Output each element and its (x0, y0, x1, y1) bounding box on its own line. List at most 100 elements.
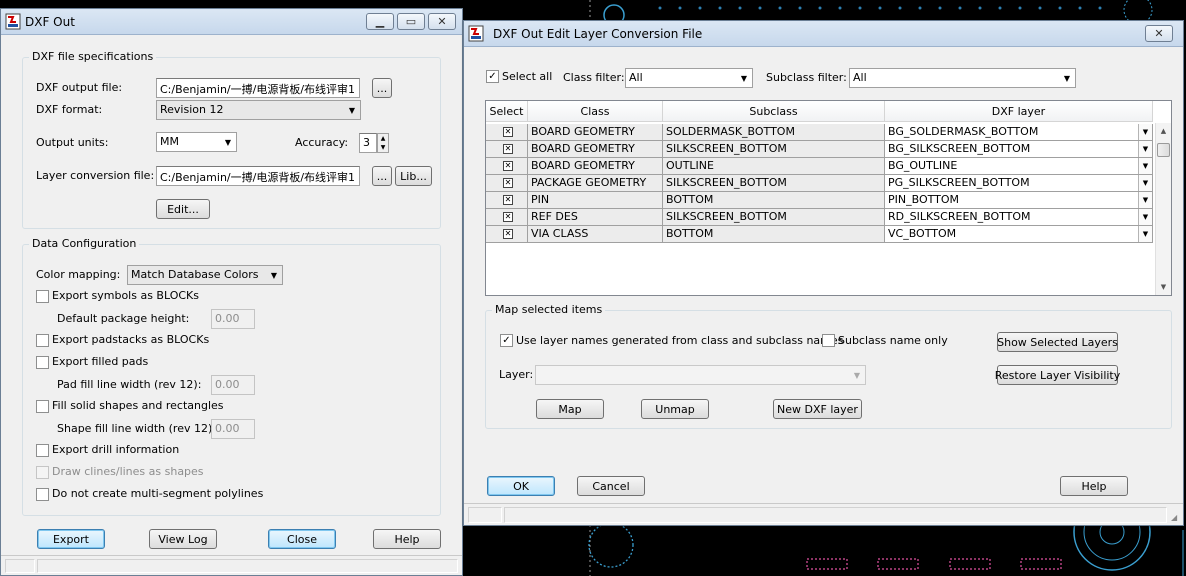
restore-layer-visibility-button[interactable]: Restore Layer Visibility (995, 365, 1120, 385)
col-header-class[interactable]: Class (528, 101, 663, 122)
scroll-up-icon[interactable]: ▲ (1156, 123, 1171, 139)
export-symbols-checkbox[interactable] (36, 290, 49, 303)
no-multi-segment-checkbox[interactable] (36, 488, 49, 501)
select-all-label: Select all (502, 70, 553, 83)
chevron-down-icon[interactable]: ▼ (1138, 175, 1152, 191)
export-padstacks-checkbox[interactable] (36, 334, 49, 347)
subclass-filter-select[interactable]: All ▼ (849, 68, 1076, 88)
units-select[interactable]: MM ▼ (156, 132, 237, 152)
table-row[interactable]: ✕ PACKAGE GEOMETRY SILKSCREEN_BOTTOM PG_SIL… (486, 175, 1153, 192)
spin-up-icon[interactable]: ▲ (378, 134, 388, 143)
table-row[interactable]: ✕ BOARD GEOMETRY SOLDERMASK_BOTTOM BG_SOLDE… (486, 124, 1153, 141)
layer-select[interactable]: ▼ (535, 365, 866, 385)
unmap-button[interactable]: Unmap (641, 399, 709, 419)
row-select-checkbox[interactable]: ✕ (503, 195, 513, 205)
chevron-down-icon[interactable]: ▼ (1138, 158, 1152, 174)
accuracy-spinner[interactable]: ▲ ▼ (377, 133, 389, 153)
map-button[interactable]: Map (536, 399, 604, 419)
col-header-select[interactable]: Select (486, 101, 528, 122)
minimize-button[interactable]: ▁ (366, 13, 394, 30)
export-filled-pads-checkbox[interactable] (36, 356, 49, 369)
chevron-down-icon[interactable]: ▼ (1138, 192, 1152, 208)
shape-fill-field[interactable]: 0.00 (211, 419, 255, 439)
scroll-down-icon[interactable]: ▼ (1156, 279, 1171, 295)
close-button[interactable]: Close (268, 529, 336, 549)
row-select-checkbox[interactable]: ✕ (503, 212, 513, 222)
export-drill-checkbox[interactable] (36, 444, 49, 457)
draw-clines-checkbox[interactable] (36, 466, 49, 479)
grid-scrollbar[interactable]: ▲ ▼ (1155, 123, 1171, 295)
row-select-checkbox[interactable]: ✕ (503, 178, 513, 188)
help-button[interactable]: Help (373, 529, 441, 549)
col-header-dxf-layer[interactable]: DXF layer (885, 101, 1153, 122)
export-button[interactable]: Export (37, 529, 105, 549)
dxf-layer-cell[interactable]: PIN_BOTTOM ▼ (885, 192, 1153, 209)
default-pkg-height-field[interactable]: 0.00 (211, 309, 255, 329)
cell-text: OUTLINE (666, 159, 714, 172)
maximize-button[interactable]: ▭ (397, 13, 425, 30)
status-cell (504, 507, 1167, 523)
chevron-down-icon[interactable]: ▼ (1138, 124, 1152, 140)
new-dxf-layer-button[interactable]: New DXF layer (773, 399, 862, 419)
row-select-checkbox[interactable]: ✕ (503, 229, 513, 239)
chevron-down-icon[interactable]: ▼ (1138, 141, 1152, 157)
col-header-subclass[interactable]: Subclass (663, 101, 885, 122)
dxf-out-window: DXF Out ▁ ▭ ✕ DXF file specifications DX… (0, 8, 463, 576)
output-file-field[interactable]: C:/Benjamin/一搏/电源背板/布线评审1 (156, 78, 360, 98)
select-cell[interactable]: ✕ (486, 209, 528, 226)
lib-button[interactable]: Lib... (395, 166, 432, 186)
table-row[interactable]: ✕ VIA CLASS BOTTOM VC_BOTTOM ▼ (486, 226, 1153, 243)
edit-button[interactable]: Edit... (156, 199, 210, 219)
chevron-down-icon: ▼ (740, 73, 748, 83)
row-select-checkbox[interactable]: ✕ (503, 144, 513, 154)
fill-solid-checkbox[interactable] (36, 400, 49, 413)
class-filter-select[interactable]: All ▼ (625, 68, 753, 88)
scroll-thumb[interactable] (1157, 143, 1170, 157)
color-mapping-select[interactable]: Match Database Colors ▼ (127, 265, 283, 285)
close-window-button[interactable]: ✕ (428, 13, 456, 30)
dxf-layer-cell[interactable]: RD_SILKSCREEN_BOTTOM ▼ (885, 209, 1153, 226)
select-cell[interactable]: ✕ (486, 141, 528, 158)
select-cell[interactable]: ✕ (486, 192, 528, 209)
dxf-layer-cell[interactable]: BG_OUTLINE ▼ (885, 158, 1153, 175)
select-cell[interactable]: ✕ (486, 226, 528, 243)
dxf-layer-cell[interactable]: VC_BOTTOM ▼ (885, 226, 1153, 243)
browse-conv-button[interactable]: ... (372, 166, 392, 186)
row-select-checkbox[interactable]: ✕ (503, 161, 513, 171)
select-cell[interactable]: ✕ (486, 124, 528, 141)
color-mapping-value: Match Database Colors (131, 268, 259, 281)
select-cell[interactable]: ✕ (486, 175, 528, 192)
accuracy-field[interactable]: 3 (359, 133, 377, 153)
table-row[interactable]: ✕ BOARD GEOMETRY OUTLINE BG_OUTLINE ▼ (486, 158, 1153, 175)
row-select-checkbox[interactable]: ✕ (503, 127, 513, 137)
table-row[interactable]: ✕ BOARD GEOMETRY SILKSCREEN_BOTTOM BG_SILKS… (486, 141, 1153, 158)
class-filter-value: All (629, 71, 643, 84)
pad-fill-field[interactable]: 0.00 (211, 375, 255, 395)
select-cell[interactable]: ✕ (486, 158, 528, 175)
browse-output-button[interactable]: ... (372, 78, 392, 98)
dxf-layer-cell[interactable]: BG_SOLDERMASK_BOTTOM ▼ (885, 124, 1153, 141)
select-all-checkbox[interactable]: ✓ (486, 70, 499, 83)
resize-grip-icon[interactable]: ◢ (1171, 513, 1181, 523)
view-log-button[interactable]: View Log (149, 529, 217, 549)
dxf-layer-cell[interactable]: PG_SILKSCREEN_BOTTOM ▼ (885, 175, 1153, 192)
table-row[interactable]: ✕ REF DES SILKSCREEN_BOTTOM RD_SILKSCREEN_B… (486, 209, 1153, 226)
chevron-down-icon[interactable]: ▼ (1138, 226, 1152, 242)
conv-file-field[interactable]: C:/Benjamin/一搏/电源背板/布线评审1 (156, 166, 360, 186)
dxf-out-titlebar[interactable]: DXF Out ▁ ▭ ✕ (1, 9, 462, 35)
subclass-filter-value: All (853, 71, 867, 84)
use-layer-names-checkbox[interactable]: ✓ (500, 334, 513, 347)
subclass-only-checkbox[interactable] (822, 334, 835, 347)
help-button[interactable]: Help (1060, 476, 1128, 496)
chevron-down-icon[interactable]: ▼ (1138, 209, 1152, 225)
ok-button[interactable]: OK (487, 476, 555, 496)
show-selected-layers-button[interactable]: Show Selected Layers (997, 332, 1118, 352)
dxf-layer-cell[interactable]: BG_SILKSCREEN_BOTTOM ▼ (885, 141, 1153, 158)
format-select[interactable]: Revision 12 ▼ (156, 100, 361, 120)
layer-grid[interactable]: Select Class Subclass DXF layer ✕ BOARD G… (485, 100, 1172, 296)
spin-down-icon[interactable]: ▼ (378, 143, 388, 152)
table-row[interactable]: ✕ PIN BOTTOM PIN_BOTTOM ▼ (486, 192, 1153, 209)
layer-conversion-titlebar[interactable]: DXF Out Edit Layer Conversion File ✕ (464, 21, 1183, 47)
close-window-button[interactable]: ✕ (1145, 25, 1173, 42)
cancel-button[interactable]: Cancel (577, 476, 645, 496)
